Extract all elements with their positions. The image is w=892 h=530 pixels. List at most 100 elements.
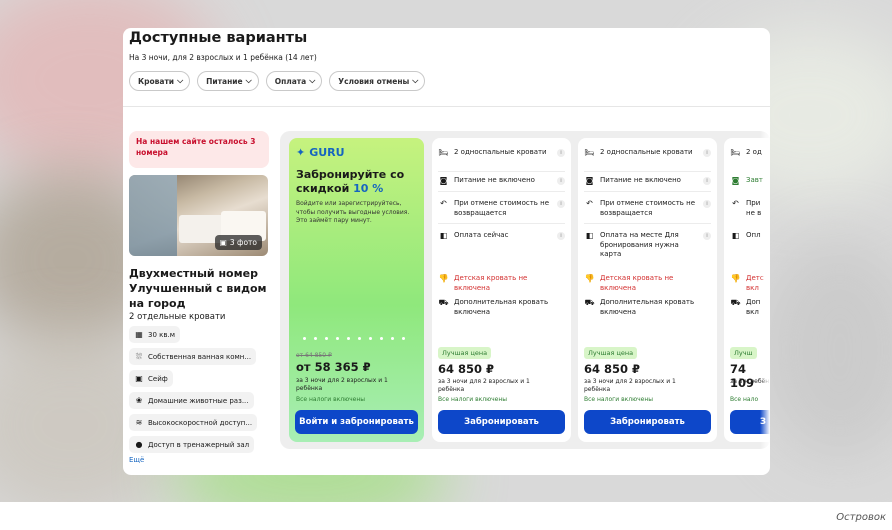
dot xyxy=(303,337,306,340)
guru-title-text: Забронируйте со скидкой xyxy=(296,168,405,195)
room-offers-panel: Доступные варианты На 3 ночи, для 2 взро… xyxy=(123,28,770,475)
offer-tax-note: Все нало xyxy=(730,396,759,403)
undo-icon: ↶ xyxy=(586,199,593,208)
filter-label: Оплата xyxy=(274,76,307,86)
offer-cancel: ↶ При отмене стоимость не возвращается i xyxy=(438,199,565,218)
offer-child-bed: 👎 Детская кровать не включена xyxy=(584,274,711,293)
extra-bed-icon: ⛟ xyxy=(438,298,449,307)
filter-cancellation[interactable]: Условия отмены ⌵ xyxy=(329,71,426,91)
filter-beds[interactable]: Кровати ⌵ xyxy=(129,71,191,91)
info-icon[interactable]: i xyxy=(703,200,711,208)
offer-beds-text: 2 односпальные кровати xyxy=(454,148,547,156)
bed-icon: 🛏 xyxy=(438,148,449,157)
book-button[interactable]: Забронировать xyxy=(584,410,711,434)
filter-meals[interactable]: Питание ⌵ xyxy=(197,71,259,91)
photo-count-label: 3 фото xyxy=(229,238,257,247)
amenity-label: Доступ в тренажерный зал xyxy=(148,440,250,449)
guru-price-note: за 3 ночи для 2 взрослых и 1 ребёнка xyxy=(296,377,388,392)
offer-meal: ◙ Питание не включено i xyxy=(438,176,565,186)
photo-count-badge[interactable]: ▣ 3 фото xyxy=(214,235,262,250)
photo-window xyxy=(129,175,177,256)
extra-bed-icon: ⛟ xyxy=(584,298,595,307)
dot xyxy=(391,337,394,340)
dot xyxy=(402,337,405,340)
guru-logo: ✦ GURU xyxy=(296,146,417,159)
filter-payment[interactable]: Оплата ⌵ xyxy=(265,71,323,91)
image-icon: ▣ xyxy=(219,238,227,247)
gym-icon: ● xyxy=(135,440,143,449)
chevron-down-icon: ⌵ xyxy=(245,76,252,85)
row-divider xyxy=(438,171,565,172)
guru-logo-text: GURU xyxy=(309,146,345,159)
dot xyxy=(336,337,339,340)
offer-price-note: за 3 ночи для 2 взрослых и 1 ребёнка xyxy=(584,378,676,393)
filter-label: Питание xyxy=(206,76,243,86)
info-icon[interactable]: i xyxy=(557,232,565,240)
guru-login-book-button[interactable]: Войти и забронировать xyxy=(295,410,418,434)
meal-icon: ◙ xyxy=(439,176,448,185)
offer-cancel-text: При отмене стоимость не возвращается xyxy=(454,199,550,217)
info-icon[interactable]: i xyxy=(557,177,565,185)
thumbs-down-icon: 👎 xyxy=(584,274,595,283)
amenity-pets: ❀ Домашние животные раз... xyxy=(129,392,254,409)
guru-title: Забронируйте со скидкой 10 % xyxy=(296,168,417,196)
carousel-fade xyxy=(760,131,770,449)
offer-tax-note: Все налоги включены xyxy=(584,396,654,403)
room-photo[interactable]: ▣ 3 фото xyxy=(129,175,268,256)
bath-icon: ⛆ xyxy=(135,351,143,361)
info-icon[interactable]: i xyxy=(557,149,565,157)
bed-icon: 🛏 xyxy=(730,148,741,157)
sparkle-icon: ✦ xyxy=(296,146,306,159)
best-price-badge: Лучш xyxy=(730,347,757,359)
chevron-down-icon: ⌵ xyxy=(309,76,316,85)
amenity-label: 30 кв.м xyxy=(148,330,175,339)
info-icon[interactable]: i xyxy=(557,200,565,208)
thumbs-down-icon: 👎 xyxy=(730,274,741,283)
offer-tax-note: Все налоги включены xyxy=(438,396,508,403)
info-icon[interactable]: i xyxy=(703,149,711,157)
row-divider xyxy=(584,223,711,224)
row-divider xyxy=(438,191,565,192)
filter-bar: Кровати ⌵ Питание ⌵ Оплата ⌵ Условия отмены… xyxy=(129,71,426,91)
dot xyxy=(347,337,350,340)
offer-card: 🛏 2 односпальные кровати i ◙ Питание не вкл… xyxy=(578,138,717,442)
paw-icon: ❀ xyxy=(135,396,143,405)
filter-label: Условия отмены xyxy=(338,76,410,86)
offer-cancel-text: При отмене стоимость не возвращается xyxy=(600,199,696,217)
amenity-label: Домашние животные раз... xyxy=(148,396,249,405)
offer-meal: ◙ Питание не включено i xyxy=(584,176,711,186)
room-name: Двухместный номер Улучшенный с видом на … xyxy=(129,267,267,310)
filter-label: Кровати xyxy=(138,76,175,86)
offer-extra-bed-text: Дополнительная кровать включена xyxy=(600,298,695,316)
amenity-gym: ● Доступ в тренажерный зал xyxy=(129,436,255,453)
offer-meal-text: Питание не включено xyxy=(600,176,681,184)
offer-meal-text: Питание не включено xyxy=(454,176,535,184)
info-icon[interactable]: i xyxy=(703,177,711,185)
row-divider xyxy=(584,191,711,192)
info-icon[interactable]: i xyxy=(703,232,711,240)
source-caption: Островок xyxy=(836,512,886,523)
offer-child-bed: 👎 Детская кровать не включена xyxy=(438,274,565,293)
thumbs-down-icon: 👎 xyxy=(438,274,449,283)
amenity-bath: ⛆ Собственная ванная комн... xyxy=(129,348,257,365)
undo-icon: ↶ xyxy=(732,199,739,208)
offer-price-note: за 3 ночи для 2 взрослых и 1 ребёнка xyxy=(438,378,530,393)
guru-tax-note: Все налоги включены xyxy=(296,396,366,403)
undo-icon: ↶ xyxy=(440,199,447,208)
dot xyxy=(380,337,383,340)
divider xyxy=(123,106,770,107)
offer-extra-bed: ⛟ Дополнительная кровать включена xyxy=(438,298,565,317)
offer-beds-text: 2 односпальные кровати xyxy=(600,148,693,156)
meal-icon: ◙ xyxy=(585,176,594,185)
chevron-down-icon: ⌵ xyxy=(412,76,419,85)
extra-bed-icon: ⛟ xyxy=(730,298,741,307)
book-button[interactable]: Забронировать xyxy=(438,410,565,434)
offer-beds: 🛏 2 односпальные кровати i xyxy=(584,148,711,158)
amenity-label: Сейф xyxy=(148,374,168,383)
wallet-icon: ◧ xyxy=(585,231,594,240)
dot xyxy=(369,337,372,340)
carousel-dots xyxy=(303,337,405,340)
more-amenities-link[interactable]: Ещё xyxy=(129,456,269,464)
room-info: На нашем сайте осталось 3 номера ▣ 3 фот… xyxy=(129,131,269,464)
offer-cancel: ↶ При отмене стоимость не возвращается i xyxy=(584,199,711,218)
